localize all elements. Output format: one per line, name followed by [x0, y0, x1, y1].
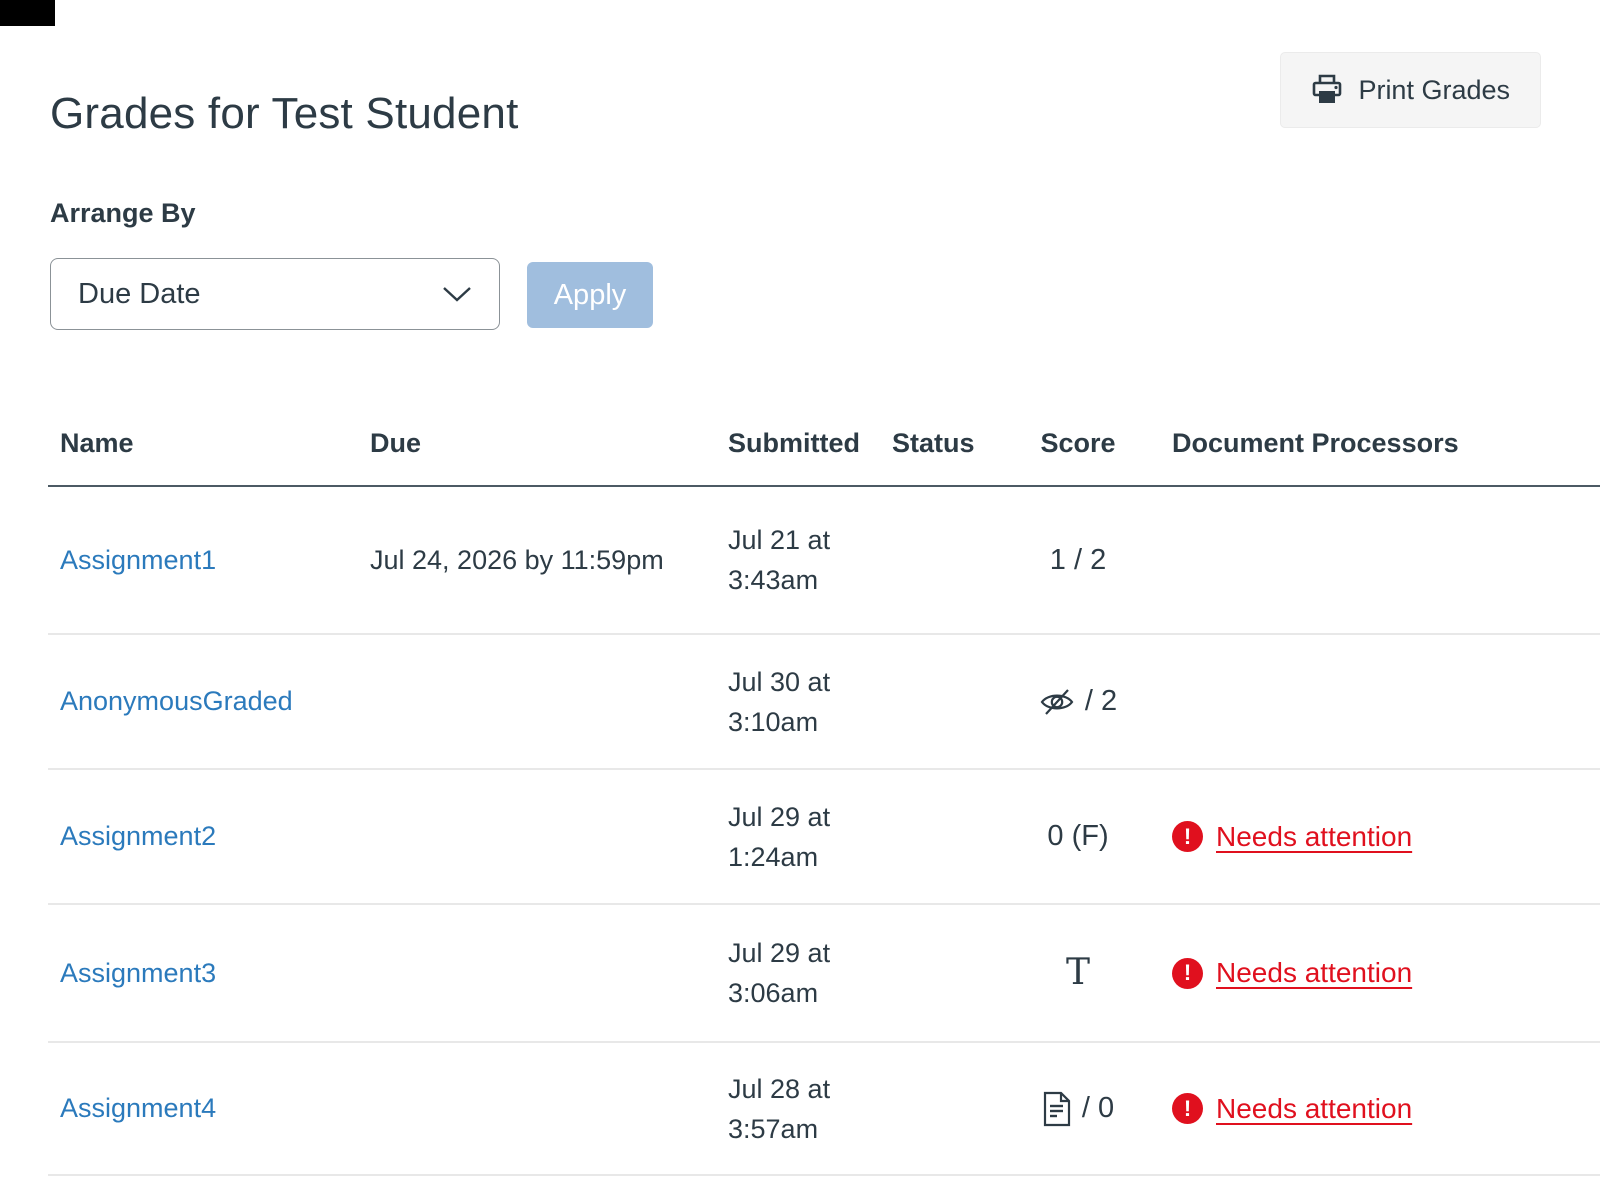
table-row: AnonymousGraded Jul 30 at 3:10am / 2 [48, 635, 1600, 770]
assignment-link[interactable]: Assignment3 [60, 958, 216, 988]
table-row: Assignment1 Jul 24, 2026 by 11:59pm Jul … [48, 487, 1600, 635]
due-cell: Jul 24, 2026 by 11:59pm [370, 545, 728, 576]
arrange-by-label: Arrange By [50, 198, 196, 229]
submitted-cell: Jul 28 at 3:57am [728, 1069, 892, 1149]
chevron-down-icon [442, 278, 472, 311]
arrange-by-select[interactable]: Due Date [50, 258, 500, 330]
arrange-by-selected-value: Due Date [78, 278, 201, 311]
assignment-link[interactable]: Assignment4 [60, 1093, 216, 1123]
score-cell: 0 (F) [1016, 820, 1140, 853]
column-header-score: Score [1016, 428, 1140, 459]
score-cell: / 2 [1016, 685, 1140, 719]
status-cell [892, 560, 1016, 561]
corner-artifact [0, 0, 55, 26]
score-value: 1 / 2 [1050, 544, 1106, 577]
score-cell: T [1016, 955, 1140, 991]
table-row: Assignment2 Jul 29 at 1:24am 0 (F) ! Nee… [48, 770, 1600, 905]
needs-attention-link[interactable]: Needs attention [1216, 1093, 1412, 1125]
assignment-link[interactable]: AnonymousGraded [60, 686, 293, 716]
needs-attention-link[interactable]: Needs attention [1216, 821, 1412, 853]
print-grades-button[interactable]: Print Grades [1280, 52, 1541, 128]
text-entry-icon: T [1066, 955, 1090, 991]
document-processors-cell: ! Needs attention [1140, 957, 1600, 989]
status-cell [892, 1108, 1016, 1109]
assignment-link[interactable]: Assignment1 [60, 545, 216, 575]
column-header-due: Due [370, 428, 728, 459]
submitted-cell: Jul 21 at 3:43am [728, 520, 892, 600]
assignment-link[interactable]: Assignment2 [60, 821, 216, 851]
document-processors-cell: ! Needs attention [1140, 821, 1600, 853]
submitted-cell: Jul 30 at 3:10am [728, 662, 892, 742]
submitted-cell: Jul 29 at 3:06am [728, 933, 892, 1013]
score-value: 0 (F) [1047, 820, 1108, 853]
column-header-submitted: Submitted [728, 428, 892, 459]
print-grades-label: Print Grades [1358, 75, 1510, 106]
arrange-controls: Due Date Apply [50, 258, 653, 330]
grades-table: Name Due Submitted Status Score Document… [48, 428, 1600, 1176]
eye-off-icon [1039, 685, 1075, 719]
status-cell [892, 836, 1016, 837]
apply-button[interactable]: Apply [527, 262, 653, 328]
table-row: Assignment3 Jul 29 at 3:06am T ! Needs a… [48, 905, 1600, 1043]
needs-attention-link[interactable]: Needs attention [1216, 957, 1412, 989]
score-value: / 2 [1085, 685, 1117, 718]
alert-icon: ! [1172, 821, 1203, 852]
column-header-status: Status [892, 428, 1016, 459]
alert-icon: ! [1172, 958, 1203, 989]
score-cell: / 0 [1016, 1091, 1140, 1127]
document-icon [1042, 1091, 1072, 1127]
document-processors-cell: ! Needs attention [1140, 1093, 1600, 1125]
page-title: Grades for Test Student [50, 89, 519, 139]
submitted-cell: Jul 29 at 1:24am [728, 797, 892, 877]
column-header-document-processors: Document Processors [1140, 428, 1600, 459]
alert-icon: ! [1172, 1093, 1203, 1124]
status-cell [892, 973, 1016, 974]
printer-icon [1311, 74, 1343, 106]
column-header-name: Name [48, 428, 370, 459]
table-row: Assignment4 Jul 28 at 3:57am / 0 ! Needs… [48, 1043, 1600, 1176]
table-header-row: Name Due Submitted Status Score Document… [48, 428, 1600, 487]
score-value: / 0 [1082, 1092, 1114, 1125]
status-cell [892, 701, 1016, 702]
score-cell: 1 / 2 [1016, 544, 1140, 577]
